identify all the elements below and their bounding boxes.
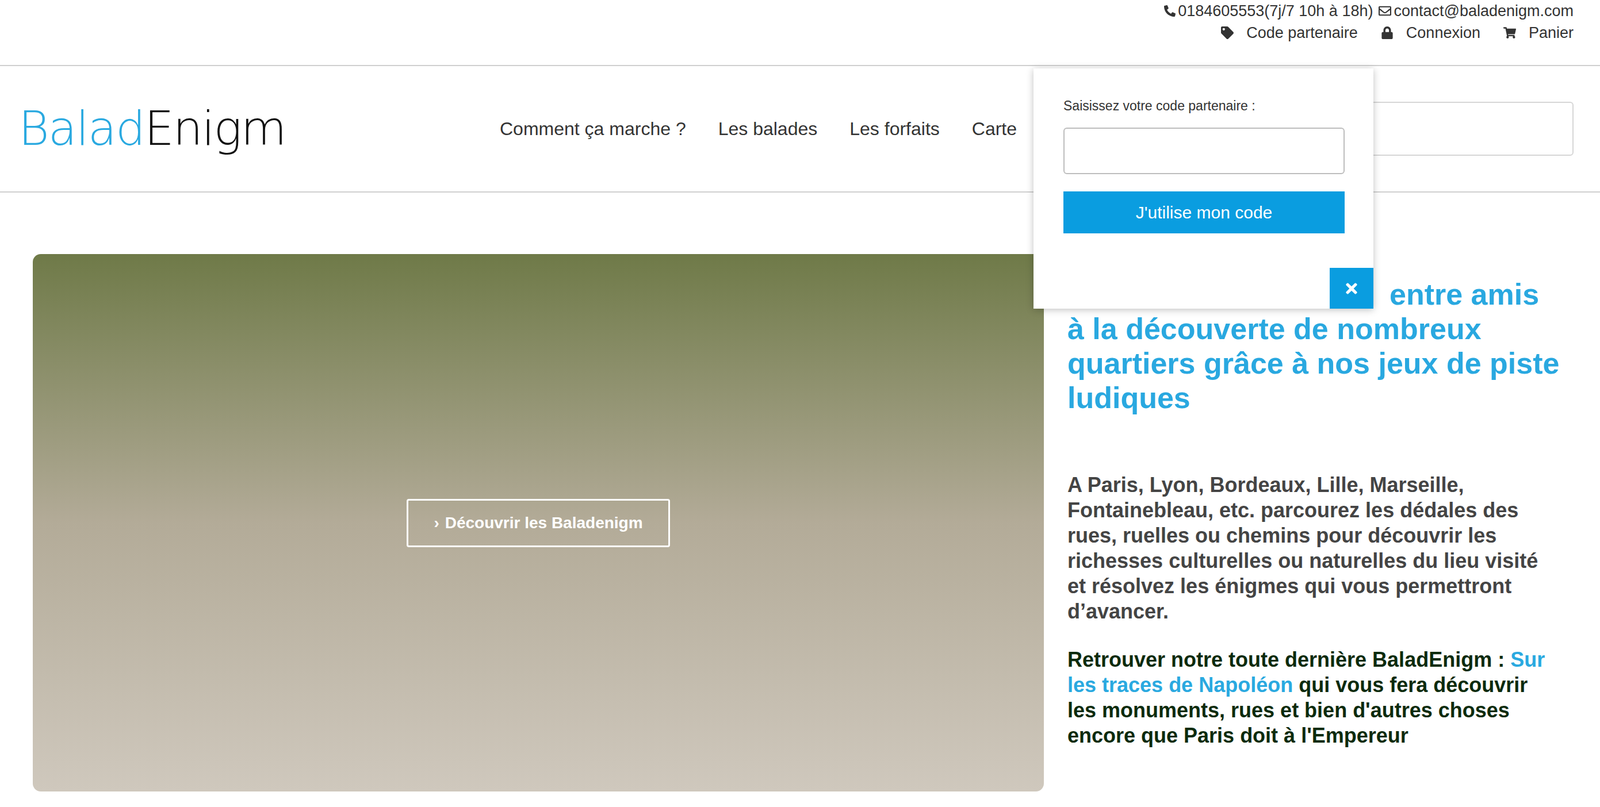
use-code-button[interactable]: J'utilise mon code	[1063, 191, 1345, 234]
account-link[interactable]: Connexion	[1380, 23, 1481, 43]
nav-item[interactable]: Les balades	[718, 115, 818, 143]
latest-walk: Retrouver notre toute dernière BaladEnig…	[1067, 647, 1561, 749]
page: 0184605553(7j/7 10h à 18h) contact@balade…	[0, 0, 1600, 807]
latest-walk-link[interactable]: Sur les traces de Napoléon	[1067, 648, 1545, 698]
account-link[interactable]: Panier	[1503, 23, 1574, 43]
logo[interactable]: BaladEnigm	[0, 105, 500, 153]
intro: entre amis à la découverte de nombreux q…	[1067, 254, 1561, 792]
tag-icon	[1220, 26, 1234, 40]
discover-button[interactable]: ›Découvrir les Baladenigm	[406, 499, 670, 548]
top-bar: 0184605553(7j/7 10h à 18h) contact@balade…	[0, 0, 1600, 67]
close-icon	[1343, 280, 1360, 297]
email[interactable]: contact@baladenigm.com	[1393, 1, 1574, 21]
account-link[interactable]: Code partenaire	[1220, 23, 1358, 43]
contact-row: 0184605553(7j/7 10h à 18h) contact@balade…	[1164, 1, 1574, 21]
account-links: Code partenaire Connexion Panier	[1220, 23, 1574, 43]
lock-icon	[1380, 26, 1394, 40]
phone-icon	[1164, 5, 1176, 17]
nav-item[interactable]: Les forfaits	[849, 115, 940, 143]
partner-code-popup: Saisissez votre code partenaire : J'utili…	[1033, 68, 1374, 309]
close-button[interactable]	[1329, 268, 1374, 309]
partner-code-input[interactable]	[1063, 127, 1345, 175]
hero-image: ›Découvrir les Baladenigm	[32, 254, 1044, 792]
phone[interactable]: 0184605553(7j/7 10h à 18h)	[1177, 1, 1373, 21]
nav-item[interactable]: Carte	[971, 115, 1017, 143]
envelope-icon	[1378, 4, 1392, 18]
intro-paragraph: A Paris, Lyon, Bordeaux, Lille, Marseill…	[1067, 472, 1561, 625]
partner-code-label: Saisissez votre code partenaire :	[1063, 96, 1344, 117]
nav-item[interactable]: Comment ça marche ?	[499, 115, 687, 143]
main-nav: Comment ça marche ? Les balades Les forfai…	[499, 115, 1017, 143]
cart-icon	[1503, 26, 1517, 40]
